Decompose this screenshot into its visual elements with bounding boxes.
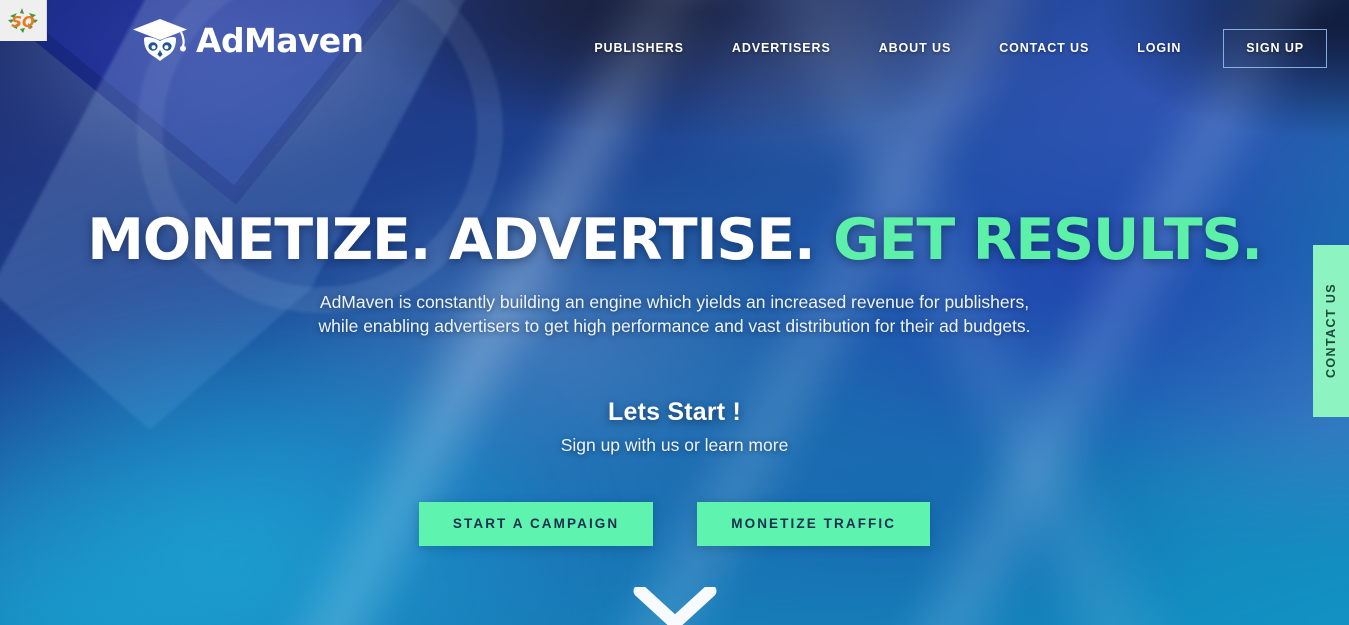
sq-leaf-icon: SQ (8, 7, 38, 33)
lets-start-heading: Lets Start ! (608, 398, 741, 426)
brand-logo[interactable]: AdMaven (131, 17, 364, 63)
main-navigation: PUBLISHERS ADVERTISERS ABOUT US CONTACT … (570, 29, 1327, 68)
brand-name: AdMaven (196, 20, 364, 60)
hero-section: SQ AdMaven PUBLISHERS ADVERTISERS ABOUT … (0, 0, 1349, 625)
headline-primary: MONETIZE. ADVERTISE. (87, 207, 834, 273)
chevron-down-icon[interactable] (632, 587, 718, 625)
hero-description: AdMaven is constantly building an engine… (0, 290, 1349, 338)
header-bar: SQ AdMaven PUBLISHERS ADVERTISERS ABOUT … (0, 0, 1349, 92)
contact-us-side-tab[interactable]: CONTACT US (1313, 245, 1349, 417)
lets-start-subtext: Sign up with us or learn more (560, 435, 789, 455)
nav-item-login[interactable]: LOGIN (1113, 42, 1205, 55)
start-a-campaign-button[interactable]: START A CAMPAIGN (418, 502, 654, 546)
nav-item-contact-us[interactable]: CONTACT US (975, 42, 1113, 55)
nav-item-about-us[interactable]: ABOUT US (855, 42, 975, 55)
owl-graduation-cap-icon (133, 19, 187, 61)
page-title: MONETIZE. ADVERTISE. GET RESULTS. (0, 212, 1349, 269)
hero-content: MONETIZE. ADVERTISE. GET RESULTS. AdMave… (0, 0, 1349, 625)
contact-us-side-tab-label: CONTACT US (1323, 283, 1338, 379)
sq-logo-badge[interactable]: SQ (0, 0, 47, 41)
cta-button-row: START A CAMPAIGN MONETIZE TRAFFIC (0, 502, 1349, 546)
svg-text:SQ: SQ (11, 13, 35, 31)
headline-accent: GET RESULTS. (833, 207, 1263, 273)
nav-item-advertisers[interactable]: ADVERTISERS (708, 42, 855, 55)
hero-description-line-1: AdMaven is constantly building an engine… (319, 292, 1030, 312)
sign-up-button[interactable]: SIGN UP (1223, 29, 1327, 68)
nav-item-publishers[interactable]: PUBLISHERS (570, 42, 708, 55)
monetize-traffic-button[interactable]: MONETIZE TRAFFIC (697, 502, 931, 546)
hero-description-line-2: while enabling advertisers to get high p… (318, 316, 1031, 336)
